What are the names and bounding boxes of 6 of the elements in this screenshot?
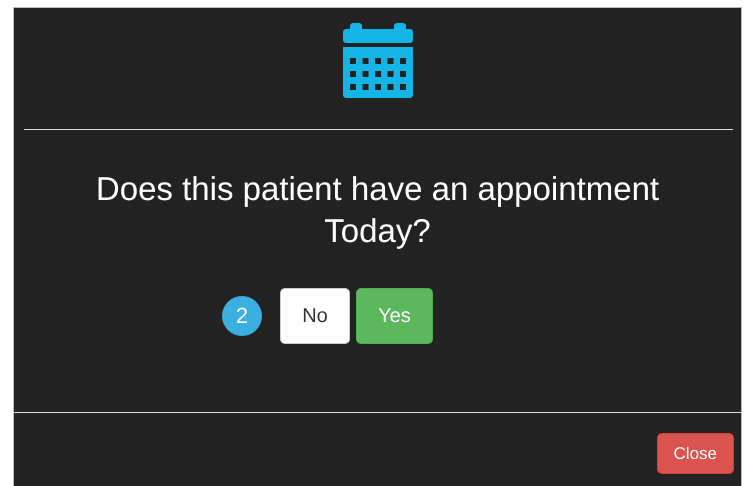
step-badge: 2 [222,296,262,336]
close-button[interactable]: Close [656,433,734,474]
question-text: Does this patient have an appointment Today? [94,169,660,251]
calendar-icon [342,22,412,99]
answer-button[interactable]: Yes [356,288,433,344]
answer-button[interactable]: No [280,288,350,344]
